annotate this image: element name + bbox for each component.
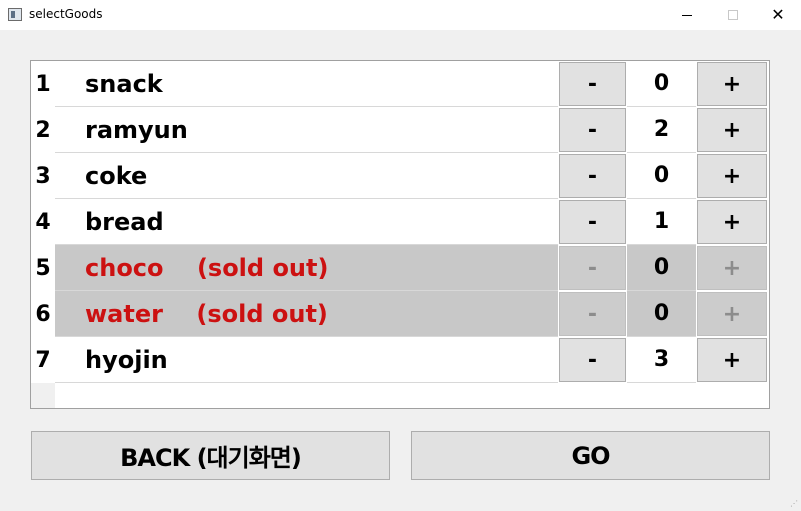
decrease-button[interactable]: -: [559, 338, 626, 382]
item-name: hyojin: [55, 337, 558, 383]
increase-button[interactable]: +: [697, 292, 767, 336]
row-number: 7: [31, 337, 55, 383]
goods-table: 1 snack -0 +2 ramyun -2 +3 coke -0 +4 bread -1 +5 cho…: [30, 60, 770, 409]
decrease-button[interactable]: -: [559, 292, 626, 336]
back-button[interactable]: BACK (대기화면): [31, 431, 390, 480]
increase-button[interactable]: +: [697, 200, 767, 244]
go-button[interactable]: GO: [411, 431, 770, 480]
item-name: choco (sold out): [55, 245, 558, 291]
maximize-icon: [728, 10, 738, 20]
window-title: selectGoods: [29, 7, 103, 21]
table-row: 5 choco (sold out) -0 +: [31, 245, 769, 291]
item-name: ramyun: [55, 107, 558, 153]
row-number: 5: [31, 245, 55, 291]
table-row: 6 water (sold out) -0 +: [31, 291, 769, 337]
quantity-value: 0: [627, 291, 696, 337]
item-name: coke: [55, 153, 558, 199]
decrease-button[interactable]: -: [559, 62, 626, 106]
row-number: 1: [31, 61, 55, 107]
resize-grip-icon[interactable]: ⋰: [790, 499, 798, 508]
decrease-button[interactable]: -: [559, 108, 626, 152]
table-row: 4 bread -1 +: [31, 199, 769, 245]
app-icon: [8, 8, 22, 21]
decrease-button[interactable]: -: [559, 246, 626, 290]
empty-row-header: [31, 383, 55, 408]
increase-button[interactable]: +: [697, 108, 767, 152]
decrease-button[interactable]: -: [559, 200, 626, 244]
close-button[interactable]: ✕: [755, 0, 801, 30]
table-row: 1 snack -0 +: [31, 61, 769, 107]
decrease-button[interactable]: -: [559, 154, 626, 198]
quantity-value: 2: [627, 107, 696, 153]
increase-button[interactable]: +: [697, 154, 767, 198]
minimize-icon: [682, 14, 692, 16]
quantity-value: 0: [627, 153, 696, 199]
row-number: 6: [31, 291, 55, 337]
quantity-value: 3: [627, 337, 696, 383]
table-row: 7 hyojin -3 +: [31, 337, 769, 383]
close-icon: ✕: [771, 5, 785, 24]
item-name: bread: [55, 199, 558, 245]
increase-button[interactable]: +: [697, 246, 767, 290]
increase-button[interactable]: +: [697, 62, 767, 106]
quantity-value: 1: [627, 199, 696, 245]
maximize-button[interactable]: [710, 0, 756, 30]
item-name: snack: [55, 61, 558, 107]
minimize-button[interactable]: [664, 0, 710, 30]
increase-button[interactable]: +: [697, 338, 767, 382]
table-row: 2 ramyun -2 +: [31, 107, 769, 153]
row-number: 4: [31, 199, 55, 245]
quantity-value: 0: [627, 61, 696, 107]
item-name: water (sold out): [55, 291, 558, 337]
title-bar: selectGoods ✕: [0, 0, 801, 30]
quantity-value: 0: [627, 245, 696, 291]
table-row: 3 coke -0 +: [31, 153, 769, 199]
row-number: 3: [31, 153, 55, 199]
row-number: 2: [31, 107, 55, 153]
